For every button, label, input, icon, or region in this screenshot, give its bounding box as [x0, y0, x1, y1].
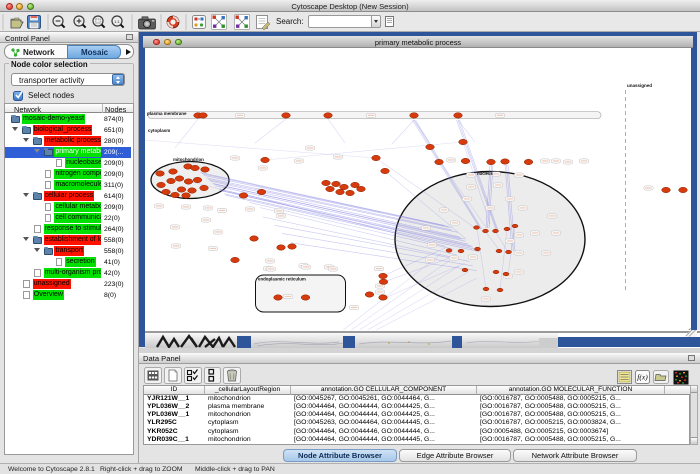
svg-text:f(x): f(x) [637, 373, 648, 382]
svg-text:cytoplasm: cytoplasm [148, 128, 170, 133]
svg-text:nucleus: nucleus [477, 171, 493, 176]
svg-text:endoplasmic reticulum: endoplasmic reticulum [258, 277, 306, 282]
svg-text:plasma membrane: plasma membrane [147, 111, 187, 116]
svg-text:mitochondrion: mitochondrion [173, 157, 204, 162]
svg-text:1:1: 1:1 [114, 19, 120, 24]
svg-text:unassigned: unassigned [627, 83, 652, 88]
